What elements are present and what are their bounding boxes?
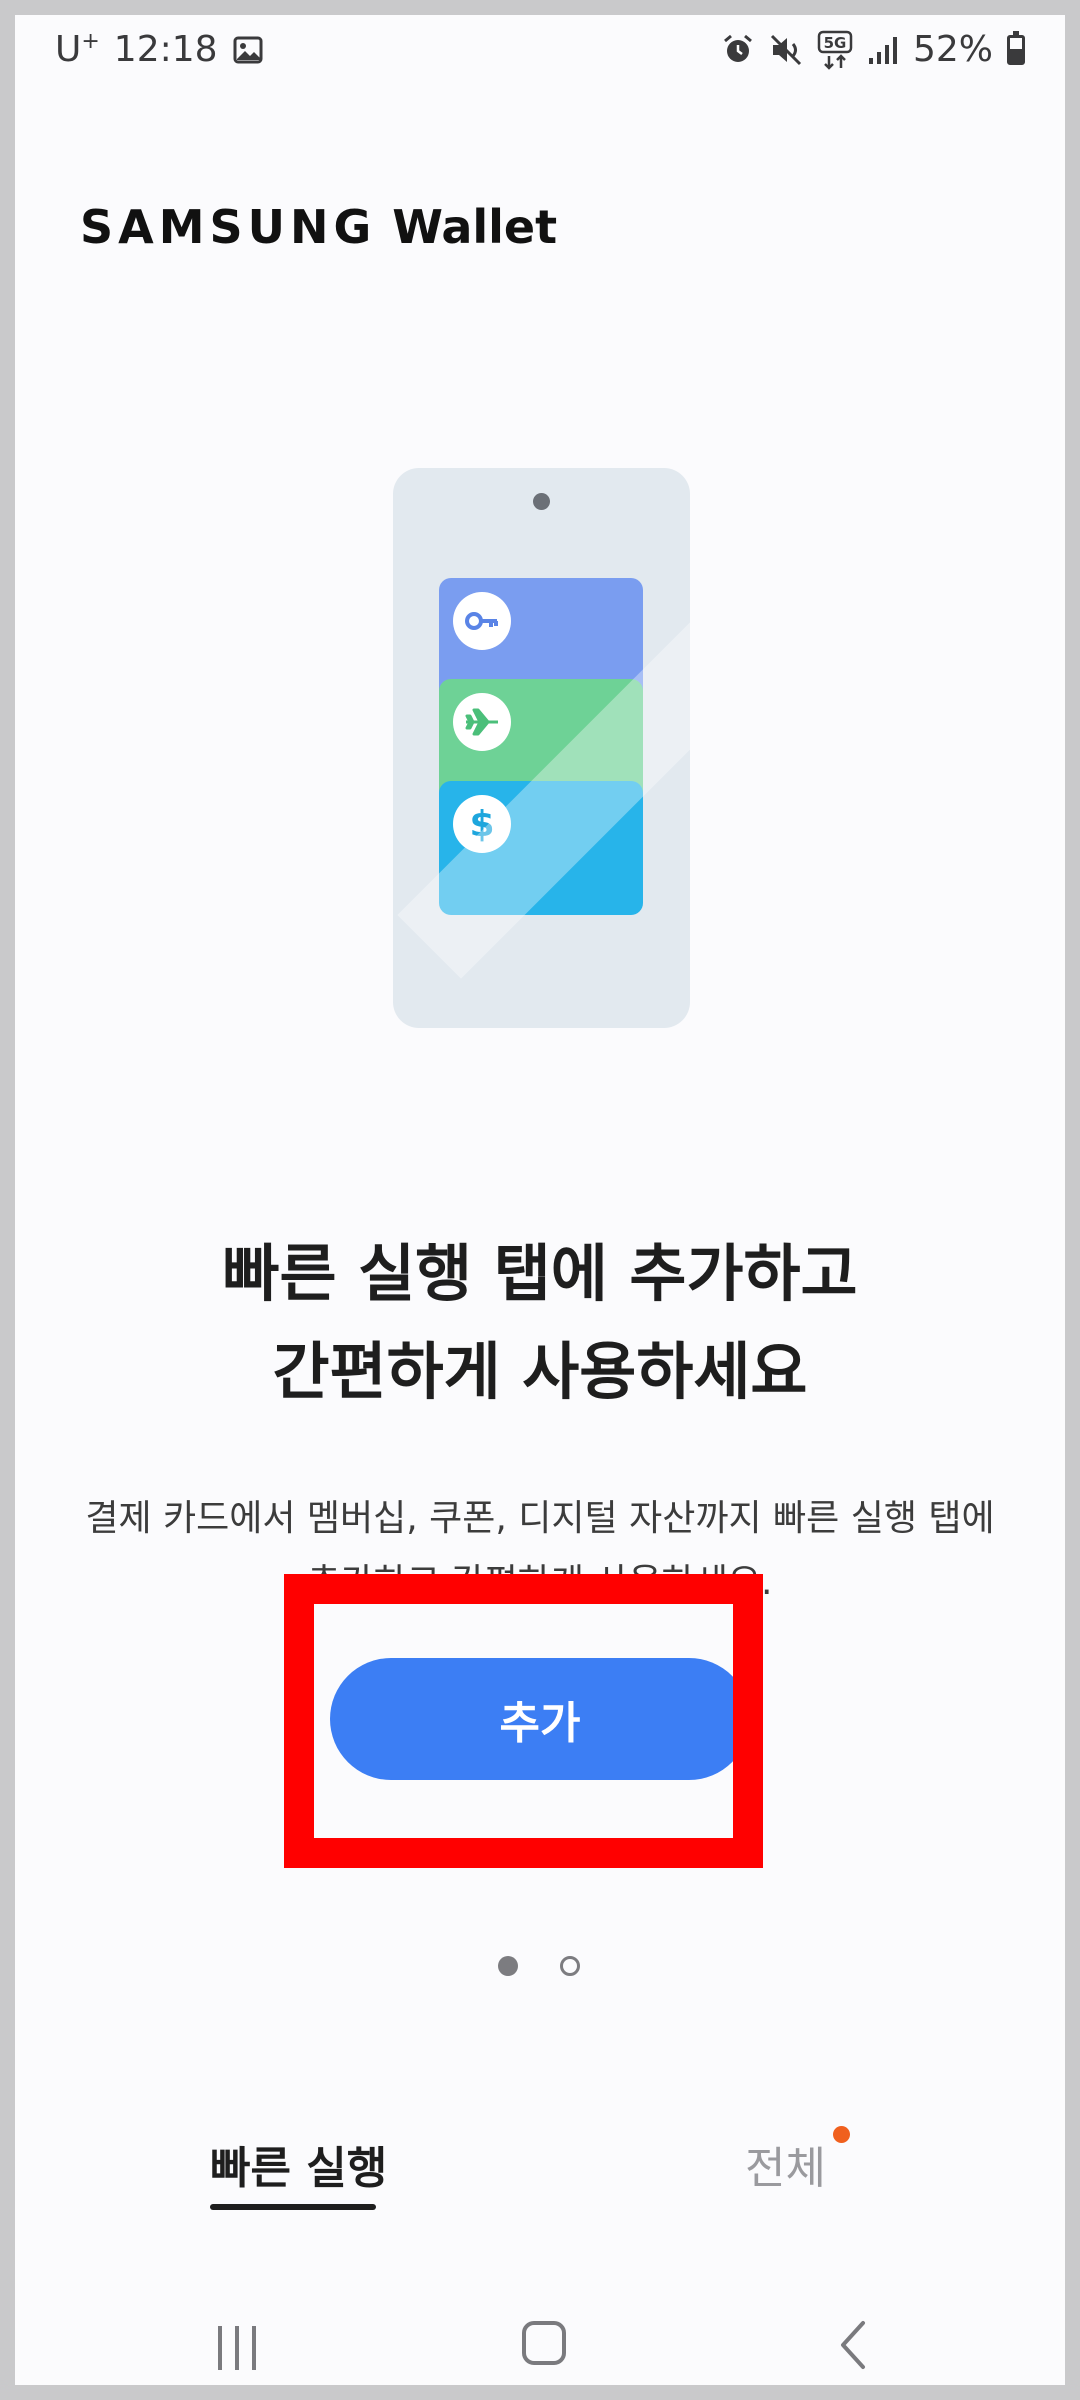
status-time: 12:18 [113, 29, 218, 70]
signal-icon [868, 36, 897, 64]
app-logo: SAMSUNG Wallet [80, 200, 557, 254]
page-indicator [498, 1956, 580, 1976]
key-icon [453, 592, 511, 650]
tab-quick-launch[interactable]: 빠른 실행 [210, 2132, 387, 2196]
notification-dot [833, 2126, 850, 2143]
svg-text:5G: 5G [824, 34, 847, 52]
carrier-label: U+ [55, 29, 100, 70]
back-button[interactable] [833, 2319, 873, 2371]
phone-illustration: $ [393, 468, 690, 1028]
camera-dot [533, 493, 550, 510]
headline-line-1: 빠른 실행 탭에 추가하고 [222, 1237, 858, 1310]
5g-icon: 5G [817, 30, 853, 70]
mute-icon [770, 34, 802, 65]
recent-apps-button[interactable] [218, 2326, 256, 2370]
image-icon [233, 36, 263, 63]
tab-all[interactable]: 전체 [745, 2132, 826, 2196]
page-dot-1[interactable] [498, 1956, 518, 1976]
brand-name: SAMSUNG [80, 200, 377, 254]
airplane-icon [453, 693, 511, 751]
home-button[interactable] [522, 2321, 566, 2365]
dollar-icon: $ [453, 795, 511, 853]
product-name: Wallet [392, 200, 558, 254]
headline-line-2: 간편하게 사용하세요 [272, 1335, 808, 1408]
headline: 빠른 실행 탭에 추가하고 간편하게 사용하세요 [15, 1225, 1065, 1421]
battery-icon [1007, 30, 1025, 65]
page-dot-2[interactable] [560, 1956, 580, 1976]
alarm-icon [724, 34, 752, 62]
screen: U+ 12:18 5G 52% SAMSUNG Wallet $ 빠른 실행 탭… [15, 15, 1065, 2385]
tab-selected-indicator [210, 2204, 376, 2210]
battery-percent: 52% [912, 29, 993, 70]
status-bar: U+ 12:18 5G 52% [15, 15, 1065, 95]
highlight-box [284, 1574, 763, 1868]
payment-card: $ [439, 781, 643, 915]
